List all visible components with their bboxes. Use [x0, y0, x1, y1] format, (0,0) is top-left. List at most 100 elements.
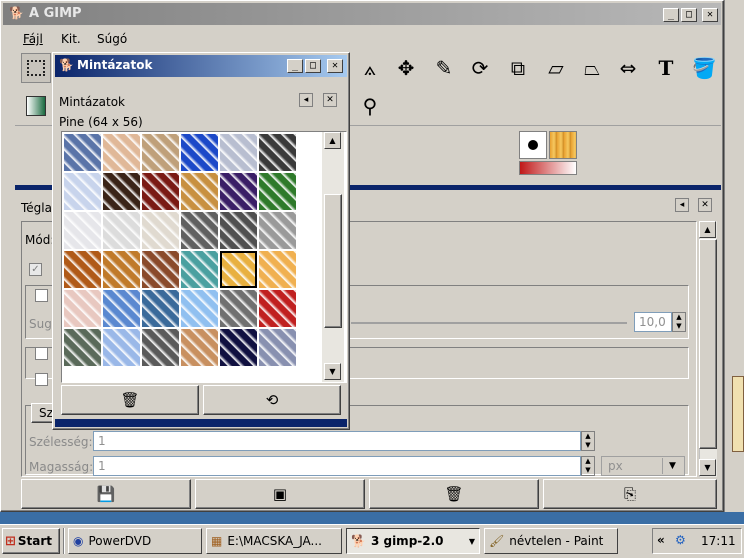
- save-options-button[interactable]: 💾: [21, 479, 191, 509]
- minimize-icon[interactable]: _: [663, 8, 679, 22]
- task-label: névtelen - Paint: [509, 534, 604, 548]
- pattern-swatch[interactable]: [64, 290, 101, 327]
- reset-options-button[interactable]: ⎘: [543, 479, 717, 509]
- pattern-swatch[interactable]: [220, 173, 257, 210]
- height-field[interactable]: 1: [93, 456, 581, 476]
- measure-icon[interactable]: ⟑: [355, 53, 385, 83]
- pattern-swatch[interactable]: [142, 212, 179, 249]
- dock-menu-icon[interactable]: ◂: [675, 198, 689, 212]
- rotate-icon[interactable]: ⟳: [465, 53, 495, 83]
- perspective-icon[interactable]: ⏢: [577, 53, 607, 83]
- start-button[interactable]: ⊞ Start: [2, 528, 60, 554]
- pattern-swatch[interactable]: [103, 251, 140, 288]
- radius-value-field[interactable]: 10,0: [634, 312, 672, 332]
- pattern-swatch[interactable]: [64, 173, 101, 210]
- checkbox-1[interactable]: ✓: [29, 263, 42, 276]
- powerdvd-icon: ◉: [73, 534, 84, 548]
- pattern-swatch[interactable]: [181, 212, 218, 249]
- patterns-window-bottom-bar: [55, 419, 347, 427]
- pattern-swatch[interactable]: [64, 251, 101, 288]
- delete-options-button[interactable]: 🗑: [369, 479, 539, 509]
- network-tray-icon[interactable]: ⚙: [675, 533, 686, 547]
- refresh-patterns-button[interactable]: ⟲: [203, 385, 341, 415]
- pattern-swatch[interactable]: [64, 329, 101, 366]
- height-spin-icon[interactable]: ▲ ▼: [581, 456, 595, 476]
- pattern-swatch[interactable]: [103, 290, 140, 327]
- move-icon[interactable]: ✥: [391, 53, 421, 83]
- gradient-indicator-icon[interactable]: [519, 161, 577, 175]
- pattern-swatch[interactable]: [259, 134, 296, 171]
- pattern-swatch[interactable]: [103, 329, 140, 366]
- patterns-menu-icon[interactable]: ◂: [299, 93, 313, 107]
- gradient-icon[interactable]: [21, 91, 51, 121]
- close-icon[interactable]: ✕: [702, 8, 718, 22]
- pattern-swatch[interactable]: [181, 134, 218, 171]
- pattern-scroll-down-icon[interactable]: ▼: [324, 363, 341, 380]
- dock-scroll-up-icon[interactable]: ▲: [699, 221, 716, 238]
- pattern-swatch[interactable]: [142, 329, 179, 366]
- pattern-swatch[interactable]: [142, 251, 179, 288]
- scale-icon[interactable]: ⧉: [503, 53, 533, 83]
- pattern-swatch[interactable]: [142, 290, 179, 327]
- airbrush-icon[interactable]: ✎: [429, 53, 459, 83]
- radius-spin-icon[interactable]: ▲ ▼: [672, 312, 686, 332]
- patterns-title-bar[interactable]: 🐕 Mintázatok _ □ ✕: [55, 55, 347, 77]
- pattern-scroll-up-icon[interactable]: ▲: [324, 132, 341, 149]
- menu-help[interactable]: Súgó: [97, 32, 127, 46]
- pattern-swatch[interactable]: [103, 173, 140, 210]
- task-paint[interactable]: 🖌 névtelen - Paint: [484, 528, 618, 554]
- text-icon[interactable]: T: [651, 53, 681, 83]
- pattern-swatch[interactable]: [64, 134, 101, 171]
- pattern-swatch[interactable]: [181, 290, 218, 327]
- radius-slider-track[interactable]: [351, 322, 627, 324]
- rect-select-icon[interactable]: [21, 53, 51, 83]
- dock-scroll-down-icon[interactable]: ▼: [699, 459, 716, 476]
- bucket-fill-icon[interactable]: 🪣: [689, 53, 719, 83]
- gimp-app-icon: 🐕: [9, 6, 24, 20]
- pattern-swatch[interactable]: [181, 251, 218, 288]
- pattern-swatch[interactable]: [103, 134, 140, 171]
- patterns-close-icon[interactable]: ✕: [327, 59, 343, 73]
- pattern-swatch[interactable]: [64, 212, 101, 249]
- pattern-swatch[interactable]: [220, 212, 257, 249]
- pattern-swatch[interactable]: [220, 290, 257, 327]
- patterns-minimize-icon[interactable]: _: [287, 59, 303, 73]
- menu-file[interactable]: Fájl: [23, 32, 43, 46]
- pattern-swatch[interactable]: [103, 212, 140, 249]
- checkbox-4[interactable]: [35, 373, 48, 386]
- main-title-bar[interactable]: 🐕 A GIMP _ □ ✕: [3, 3, 721, 25]
- pattern-swatch[interactable]: [220, 329, 257, 366]
- pattern-swatch[interactable]: [142, 173, 179, 210]
- width-spin-icon[interactable]: ▲ ▼: [581, 431, 595, 451]
- shear-icon[interactable]: ▱: [541, 53, 571, 83]
- pattern-scroll-thumb[interactable]: [324, 194, 342, 328]
- pattern-swatch[interactable]: [259, 173, 296, 210]
- pattern-swatch[interactable]: [259, 251, 296, 288]
- width-field[interactable]: 1: [93, 431, 581, 451]
- pattern-swatch[interactable]: [259, 212, 296, 249]
- dodge-burn-icon[interactable]: ⚲: [355, 91, 385, 121]
- delete-pattern-button[interactable]: 🗑: [61, 385, 199, 415]
- tray-expand-icon[interactable]: «: [657, 533, 665, 547]
- task-gimp[interactable]: 🐕 3 gimp-2.0 ▼: [346, 528, 480, 554]
- task-explorer[interactable]: ▦ E:\MACSKA_JA...: [206, 528, 342, 554]
- pattern-swatch[interactable]: [220, 251, 257, 288]
- patterns-maximize-icon[interactable]: □: [305, 59, 321, 73]
- restore-options-button[interactable]: ▣: [195, 479, 365, 509]
- task-powerdvd[interactable]: ◉ PowerDVD: [68, 528, 202, 554]
- pattern-indicator-icon[interactable]: [549, 131, 577, 159]
- pattern-swatch[interactable]: [259, 290, 296, 327]
- dock-scroll-thumb[interactable]: [699, 239, 717, 449]
- pattern-swatch[interactable]: [259, 329, 296, 366]
- pattern-swatch[interactable]: [181, 329, 218, 366]
- brush-indicator-icon[interactable]: [519, 131, 547, 159]
- dock-close-icon[interactable]: ✕: [698, 198, 712, 212]
- unit-select[interactable]: px ▼: [601, 456, 685, 476]
- maximize-icon[interactable]: □: [681, 8, 697, 22]
- pattern-swatch[interactable]: [220, 134, 257, 171]
- menu-xtns[interactable]: Kit.: [61, 32, 81, 46]
- pattern-swatch[interactable]: [142, 134, 179, 171]
- patterns-panel-close-icon[interactable]: ✕: [323, 93, 337, 107]
- flip-icon[interactable]: ⇔: [613, 53, 643, 83]
- pattern-swatch[interactable]: [181, 173, 218, 210]
